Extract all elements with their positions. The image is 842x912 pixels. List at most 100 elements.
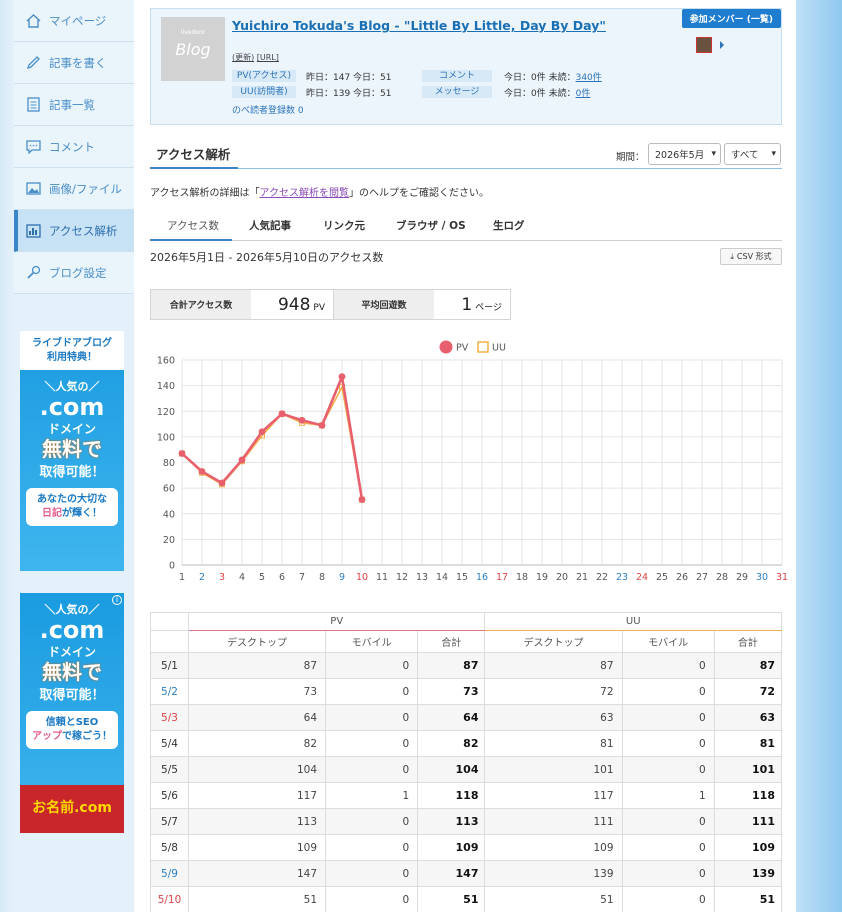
row-cell: 118 (417, 782, 486, 809)
total-access-box: 合計アクセス数 948 PV (150, 289, 334, 320)
row-cell: 109 (417, 834, 486, 861)
comment-stats: 今日：0件 未読： (504, 72, 576, 83)
row-cell: 0 (621, 860, 715, 887)
edit-link[interactable]: (更新) (232, 53, 254, 62)
readers-count: のべ読者登録数 0 (232, 106, 304, 116)
sidebar-item-comments[interactable]: コメント (14, 126, 134, 168)
pv-mobile-header: モバイル (325, 630, 419, 653)
ad-bubble: あなたの大切な 日記が輝く！ (26, 488, 118, 526)
table-row: 5/1 87 0 87 87 0 87 (150, 652, 783, 679)
row-date: 5/6 (150, 782, 189, 809)
x-tick-label: 1 (179, 572, 185, 583)
uu-label: UU(訪問者) (232, 86, 296, 98)
blog-title-link[interactable]: Yuichiro Tokuda's Blog - "Little By Litt… (232, 18, 612, 34)
message-unread-link[interactable]: 0件 (576, 86, 591, 99)
member-list-button[interactable]: 参加メンバー (一覧) (681, 9, 781, 28)
legend-pv-label: PV (456, 343, 469, 354)
avatar[interactable] (696, 37, 712, 53)
x-tick-label: 5 (259, 572, 265, 583)
row-date: 5/5 (150, 756, 189, 783)
pv-stats: 昨日：147 今日：51 (306, 72, 392, 83)
tab-referrer[interactable]: リンク元 (323, 218, 365, 233)
help-link[interactable]: アクセス解析を閲覧 (260, 188, 350, 199)
row-cell: 82 (417, 730, 486, 757)
uu-desktop-header: デスクトップ (484, 630, 623, 653)
sidebar-item-write[interactable]: 記事を書く (14, 42, 134, 84)
sidebar-item-mypage[interactable]: マイページ (14, 0, 134, 42)
ad-kanou: 取得可能！ (39, 688, 105, 703)
title-underline (150, 167, 238, 169)
row-cell: 51 (417, 886, 486, 912)
legend-uu-marker (477, 341, 489, 353)
row-cell: 113 (417, 808, 486, 835)
row-cell: 72 (713, 678, 783, 705)
ad-com: .com (39, 616, 105, 644)
period-select[interactable]: 2026年5月 ▾ (648, 143, 721, 165)
comment-icon (24, 139, 42, 155)
table-corner (150, 612, 189, 631)
x-tick-label: 12 (396, 572, 408, 583)
period-label: 期間： (616, 152, 645, 163)
uu-stats: 昨日：139 今日：51 (306, 88, 392, 99)
tab-popular[interactable]: 人気記事 (249, 218, 291, 233)
tab-browser[interactable]: ブラウザ / OS (396, 218, 466, 233)
x-tick-label: 4 (239, 572, 245, 583)
sidebar-item-images[interactable]: 画像/ファイル (14, 168, 134, 210)
chevron-down-icon: ▾ (711, 149, 716, 159)
row-cell: 0 (325, 730, 419, 757)
row-cell: 63 (484, 704, 623, 731)
table-row: 5/7 113 0 113 111 0 111 (150, 808, 783, 835)
row-cell: 87 (417, 652, 486, 679)
ad-ninki: ＼人気の／ (44, 380, 100, 393)
row-cell: 0 (621, 886, 715, 912)
ad-com: .com (39, 393, 105, 421)
ad-info-icon[interactable]: i (112, 333, 122, 343)
sidebar-item-analytics[interactable]: アクセス解析 (14, 210, 134, 252)
x-tick-label: 26 (676, 572, 688, 583)
ad-ninki: ＼人気の／ (44, 603, 100, 616)
arrow-right-icon[interactable] (720, 41, 724, 49)
y-tick-label: 160 (157, 356, 175, 367)
row-cell: 87 (484, 652, 623, 679)
csv-button[interactable]: ⤓ CSV 形式 (720, 248, 782, 265)
uu-total-header: 合計 (713, 630, 783, 653)
point-pv (218, 479, 226, 487)
image-icon (24, 181, 42, 197)
point-pv (358, 496, 366, 504)
uu-stats-row: UU(訪問者) 昨日：139 今日：51 メッセージ 今日：0件 未読： 0件 (232, 85, 590, 99)
sidebar-item-articles[interactable]: 記事一覧 (14, 84, 134, 126)
x-tick-label: 31 (776, 572, 788, 583)
page-title: アクセス解析 (156, 147, 231, 162)
filter-select[interactable]: すべて ▾ (724, 143, 781, 165)
sidebar: マイページ 記事を書く 記事一覧 コメント 画像/ファイル アクセス解析 ブログ… (14, 0, 134, 294)
sidebar-item-settings[interactable]: ブログ設定 (14, 252, 134, 294)
blog-thumbnail[interactable]: livedoor Blog (161, 17, 225, 81)
row-cell: 0 (325, 756, 419, 783)
row-date: 5/10 (150, 886, 189, 912)
avg-pages-value: 1 ページ (461, 295, 502, 315)
y-tick-label: 60 (163, 484, 175, 495)
x-tick-label: 6 (279, 572, 285, 583)
table-row: 5/4 82 0 82 81 0 81 (150, 730, 783, 757)
y-tick-label: 20 (163, 535, 175, 546)
row-cell: 109 (484, 834, 623, 861)
row-cell: 0 (325, 860, 419, 887)
tab-rawlog[interactable]: 生ログ (493, 218, 525, 233)
row-cell: 101 (713, 756, 783, 783)
row-cell: 87 (187, 652, 327, 679)
sidebar-item-label: コメント (49, 139, 95, 154)
row-cell: 139 (484, 860, 623, 887)
tab-access[interactable]: アクセス数 (167, 218, 219, 233)
url-link[interactable]: [URL] (257, 53, 279, 62)
ad-banner-onamae[interactable]: i ＼人気の／ .com ドメイン 無料で 取得可能！ 信頼とSEO アップで稼ご… (20, 593, 124, 833)
comment-unread-link[interactable]: 340件 (576, 70, 602, 83)
row-cell: 51 (713, 886, 783, 912)
x-tick-label: 10 (356, 572, 368, 583)
row-cell: 111 (484, 808, 623, 835)
table-row: 5/6 117 1 118 117 1 118 (150, 782, 783, 809)
ad-info-icon[interactable]: i (112, 595, 122, 605)
legend-pv-marker (439, 340, 453, 354)
sidebar-item-label: アクセス解析 (49, 223, 118, 238)
avg-pages-label: 平均回遊数 (334, 290, 434, 319)
ad-banner-domain[interactable]: i ライブドアブログ 利用特典！ ＼人気の／ .com ドメイン 無料で 取得可… (20, 331, 124, 571)
